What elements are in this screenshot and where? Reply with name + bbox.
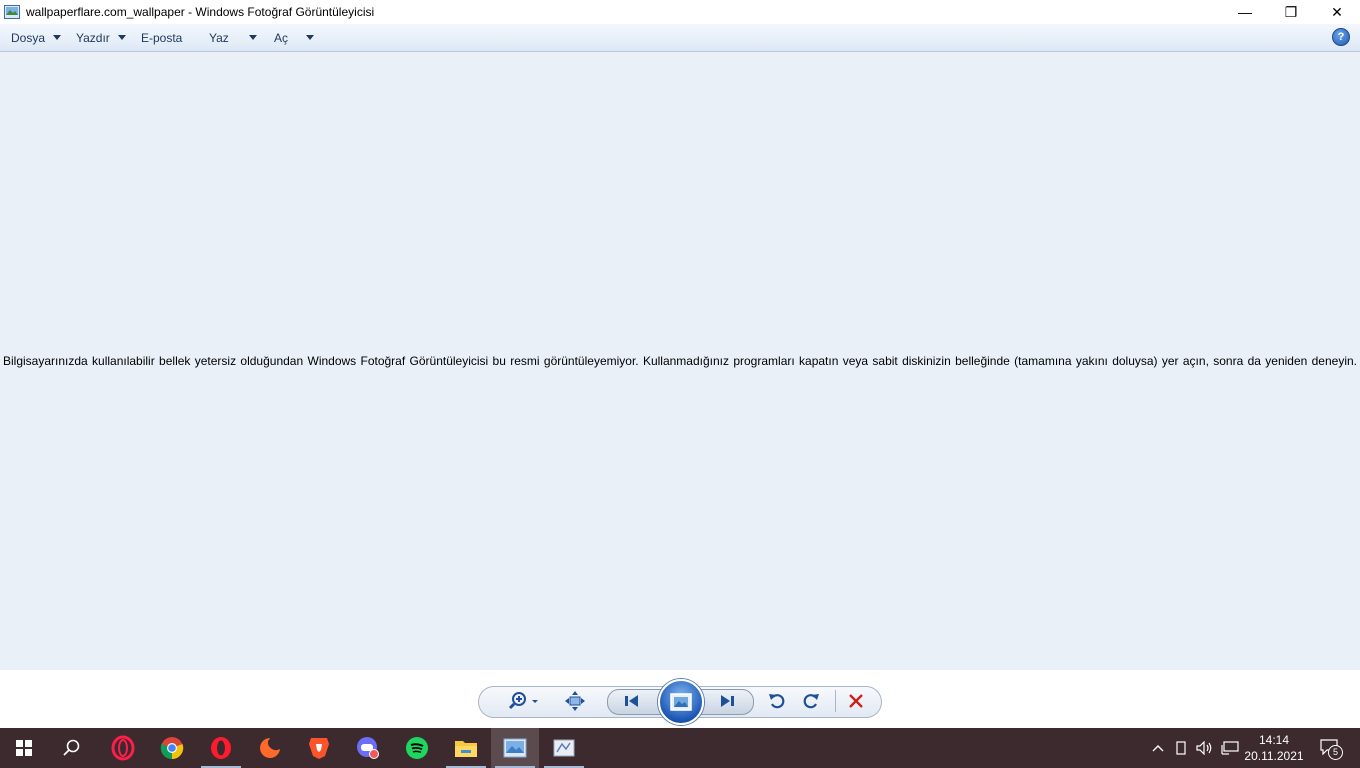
restore-icon: ❐	[1284, 3, 1298, 20]
volume-button[interactable]	[1195, 728, 1215, 768]
rotate-right-button[interactable]	[800, 690, 822, 712]
paint-icon	[553, 739, 575, 757]
error-message: Bilgisayarınızda kullanılabilir bellek y…	[2, 354, 1358, 368]
device-icon	[1176, 741, 1186, 755]
clock-date: 20.11.2021	[1244, 749, 1304, 763]
next-icon	[721, 695, 734, 707]
clock-time: 14:14	[1258, 733, 1290, 747]
volume-icon	[1196, 741, 1212, 755]
menu-label: E-posta	[141, 30, 183, 45]
taskbar-paint[interactable]	[540, 728, 588, 768]
window-title: wallpaperflare.com_wallpaper - Windows F…	[26, 5, 375, 19]
next-button[interactable]	[713, 690, 741, 712]
notification-count-badge: 5	[1328, 745, 1343, 760]
zoom-icon	[508, 692, 538, 710]
taskbar-file-explorer[interactable]	[442, 728, 490, 768]
menu-ac[interactable]: Aç	[274, 24, 315, 51]
chevron-up-icon	[1152, 745, 1164, 752]
firefox-icon	[260, 738, 280, 758]
delete-icon	[849, 694, 863, 708]
chevron-down-icon	[306, 35, 315, 40]
menu-eposta[interactable]: E-posta	[141, 24, 182, 51]
photo-viewer-app-icon	[4, 5, 20, 19]
menu-label: Aç	[274, 30, 289, 45]
search-button[interactable]	[48, 728, 96, 768]
menu-bar: Dosya Yazdır E-posta Yaz Aç ?	[0, 24, 1360, 52]
show-hidden-icons-button[interactable]	[1148, 728, 1168, 768]
restore-button[interactable]: ❐	[1268, 0, 1314, 24]
chevron-down-icon	[248, 35, 257, 40]
delete-button[interactable]	[845, 690, 867, 712]
chrome-icon	[160, 737, 184, 760]
menu-label: Yaz	[209, 30, 229, 45]
menu-label: Yazdır	[76, 30, 110, 45]
menu-yaz[interactable]: Yaz	[209, 24, 257, 51]
brave-icon	[309, 738, 329, 759]
network-icon	[1221, 741, 1239, 755]
taskbar-chrome[interactable]	[148, 728, 196, 768]
help-button[interactable]: ?	[1332, 28, 1350, 46]
fit-window-icon	[565, 691, 585, 711]
start-button[interactable]	[0, 728, 48, 768]
fit-window-button[interactable]	[563, 690, 587, 712]
menu-dosya[interactable]: Dosya	[11, 24, 62, 51]
spotify-icon	[406, 737, 428, 759]
network-button[interactable]	[1220, 728, 1240, 768]
taskbar-brave[interactable]	[295, 728, 343, 768]
minimize-button[interactable]: —	[1222, 0, 1268, 24]
slideshow-button[interactable]	[658, 679, 704, 725]
rotate-right-icon	[803, 694, 819, 709]
taskbar-spotify[interactable]	[393, 728, 441, 768]
search-icon	[63, 739, 80, 756]
action-center-button[interactable]: 5	[1316, 728, 1344, 768]
close-button[interactable]: ✕	[1314, 0, 1360, 24]
previous-icon	[625, 695, 638, 707]
taskbar-photo-viewer[interactable]	[491, 728, 539, 768]
tray-device-button[interactable]	[1173, 728, 1189, 768]
opera-icon	[211, 737, 231, 759]
zoom-button[interactable]	[505, 690, 541, 712]
photo-viewer-icon	[503, 738, 527, 758]
help-icon: ?	[1337, 31, 1345, 43]
viewer-control-bar	[0, 670, 1360, 728]
previous-button[interactable]	[618, 690, 646, 712]
rotate-left-button[interactable]	[766, 690, 788, 712]
minimize-icon: —	[1238, 4, 1252, 20]
rotate-left-icon	[769, 694, 785, 709]
opera-gx-icon	[111, 735, 135, 761]
close-icon: ✕	[1331, 3, 1343, 20]
clock[interactable]: 14:14 20.11.2021	[1244, 732, 1304, 764]
taskbar-firefox[interactable]	[246, 728, 294, 768]
start-icon	[16, 740, 32, 756]
toolbar-separator	[835, 690, 836, 712]
file-explorer-icon	[455, 741, 477, 757]
chat-app-icon	[357, 737, 379, 759]
chevron-down-icon	[117, 35, 126, 40]
menu-yazdir[interactable]: Yazdır	[76, 24, 126, 51]
menu-label: Dosya	[11, 30, 46, 45]
taskbar-chat-app[interactable]	[344, 728, 392, 768]
chevron-down-icon	[53, 35, 62, 40]
taskbar-opera[interactable]	[197, 728, 245, 768]
notification-icon: 5	[1320, 738, 1343, 760]
slideshow-icon	[670, 693, 692, 711]
taskbar: 14:14 20.11.2021 5	[0, 728, 1360, 768]
title-bar: wallpaperflare.com_wallpaper - Windows F…	[0, 0, 1360, 24]
taskbar-opera-gx[interactable]	[99, 728, 147, 768]
image-viewer-area: Bilgisayarınızda kullanılabilir bellek y…	[0, 52, 1360, 670]
